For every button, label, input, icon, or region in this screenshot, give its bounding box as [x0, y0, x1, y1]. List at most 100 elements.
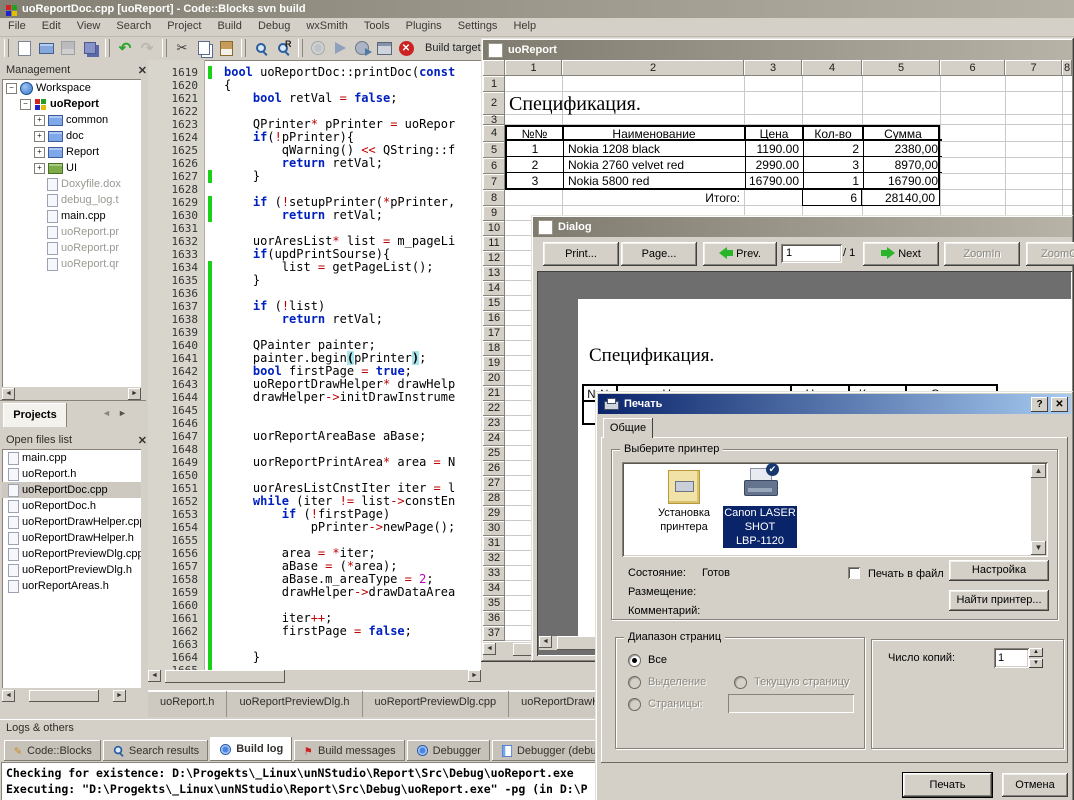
code-line[interactable]: drawHelper->drawDataArea	[224, 586, 455, 599]
print-button[interactable]: Print...	[543, 242, 619, 266]
scroll-up-icon[interactable]: ▲	[1031, 464, 1046, 478]
add-printer-icon[interactable]	[668, 470, 700, 504]
print-confirm-button[interactable]: Печать	[903, 773, 992, 797]
row-header-8[interactable]: 8	[483, 190, 505, 206]
open-file-item-uoreportpreviewdlg-cpp[interactable]: uoReportPreviewDlg.cpp	[2, 546, 141, 562]
tree-item-doc[interactable]: +doc	[2, 128, 141, 144]
row-header-17[interactable]: 17	[483, 326, 505, 341]
code-line[interactable]: firstPage = false;	[224, 625, 412, 638]
range-pages-radio[interactable]	[628, 698, 641, 711]
menu-help[interactable]: Help	[505, 18, 544, 34]
spin-up-icon[interactable]: ▲	[1029, 648, 1043, 657]
open-file-item-uoreport-h[interactable]: uoReport.h	[2, 466, 141, 482]
row-header-26[interactable]: 26	[483, 461, 505, 476]
menu-edit[interactable]: Edit	[34, 18, 69, 34]
tree-item-report[interactable]: +Report	[2, 144, 141, 160]
tabs-scroll-left-icon[interactable]: ◄	[102, 408, 111, 418]
row-header-6[interactable]: 6	[483, 158, 505, 174]
column-header-7[interactable]: 7	[1005, 60, 1062, 76]
scroll-left-icon[interactable]: ◄	[2, 690, 15, 702]
code-line[interactable]: return retVal;	[224, 209, 383, 222]
tab-general[interactable]: Общие	[603, 418, 653, 438]
printer-settings-button[interactable]: Настройка	[949, 560, 1049, 581]
column-header-8[interactable]: 8	[1062, 60, 1072, 76]
row-header-19[interactable]: 19	[483, 356, 505, 371]
tree-item-uoreport-qr[interactable]: uoReport.qr	[2, 256, 141, 272]
help-icon[interactable]: ?	[1031, 397, 1048, 412]
build-and-run-icon[interactable]	[351, 38, 373, 58]
range-all-radio[interactable]	[628, 654, 641, 667]
range-current-radio[interactable]	[734, 676, 747, 689]
row-header-7[interactable]: 7	[483, 174, 505, 190]
printer-icon[interactable]: ✔	[740, 466, 780, 504]
row-header-10[interactable]: 10	[483, 221, 505, 236]
paste-icon[interactable]	[215, 38, 237, 58]
expand-icon[interactable]: +	[34, 115, 45, 126]
page-number-input[interactable]: 1	[781, 244, 842, 263]
replace-icon[interactable]: R	[272, 38, 294, 58]
column-header-4[interactable]: 4	[802, 60, 862, 76]
row-header-16[interactable]: 16	[483, 311, 505, 326]
new-file-icon[interactable]	[13, 38, 35, 58]
row-header-5[interactable]: 5	[483, 142, 505, 158]
code-line[interactable]: uorReportAreaBase aBase;	[224, 430, 426, 443]
redo-icon[interactable]	[136, 38, 158, 58]
row-header-20[interactable]: 20	[483, 371, 505, 386]
row-header-25[interactable]: 25	[483, 446, 505, 461]
column-header-2[interactable]: 2	[562, 60, 744, 76]
row-header-13[interactable]: 13	[483, 266, 505, 281]
tree-item-uoreport[interactable]: −uoReport	[2, 96, 141, 112]
column-header-1[interactable]: 1	[505, 60, 562, 76]
tree-item-uoreport-pr[interactable]: uoReport.pr	[2, 224, 141, 240]
row-header-35[interactable]: 35	[483, 596, 505, 611]
code-line[interactable]: }	[224, 274, 260, 287]
row-header-37[interactable]: 37	[483, 626, 505, 641]
printer-list-vscrollbar[interactable]: ▲ ▼	[1031, 464, 1046, 555]
row-header-12[interactable]: 12	[483, 251, 505, 266]
print-to-file-checkbox[interactable]	[848, 567, 860, 579]
expand-icon[interactable]: +	[34, 147, 45, 158]
close-icon[interactable]: ✕	[138, 434, 147, 447]
tabs-scroll-right-icon[interactable]: ►	[118, 408, 127, 418]
scroll-left-icon[interactable]: ◄	[539, 636, 552, 648]
menu-search[interactable]: Search	[108, 18, 159, 34]
logs-tab-search-results[interactable]: Search results	[103, 740, 208, 761]
row-header-14[interactable]: 14	[483, 281, 505, 296]
run-icon[interactable]	[329, 38, 351, 58]
row-header-23[interactable]: 23	[483, 416, 505, 431]
editor-hscrollbar[interactable]: ◄ ►	[148, 670, 481, 683]
tree-item-workspace[interactable]: −Workspace	[2, 80, 141, 96]
scroll-left-icon[interactable]: ◄	[2, 388, 15, 400]
row-header-1[interactable]: 1	[483, 76, 505, 92]
compile-icon[interactable]	[307, 38, 329, 58]
scroll-left-icon[interactable]: ◄	[148, 670, 161, 682]
scroll-thumb[interactable]	[165, 670, 285, 683]
menu-plugins[interactable]: Plugins	[398, 18, 450, 34]
menu-debug[interactable]: Debug	[250, 18, 298, 34]
find-icon[interactable]	[250, 38, 272, 58]
row-header-24[interactable]: 24	[483, 431, 505, 446]
code-line[interactable]: bool uoReportDoc::printDoc(const	[224, 66, 455, 79]
row-header-27[interactable]: 27	[483, 476, 505, 491]
close-icon[interactable]: ✕	[1051, 397, 1068, 412]
save-icon[interactable]	[57, 38, 79, 58]
editor-tab-uoreportpreviewdlg-cpp[interactable]: uoReportPreviewDlg.cpp	[363, 691, 510, 717]
code-line[interactable]: uorReportPrintArea* area = N	[224, 456, 455, 469]
tree-item-doxyfile-dox[interactable]: Doxyfile.dox	[2, 176, 141, 192]
code-line[interactable]: return retVal;	[224, 313, 383, 326]
row-header-15[interactable]: 15	[483, 296, 505, 311]
print-dialog-titlebar[interactable]: Печать ? ✕	[598, 394, 1071, 414]
row-header-36[interactable]: 36	[483, 611, 505, 626]
tree-hscrollbar[interactable]: ◄ ►	[2, 388, 141, 400]
open-file-item-uorreportareas-h[interactable]: uorReportAreas.h	[2, 578, 141, 594]
menu-project[interactable]: Project	[159, 18, 209, 34]
menu-build[interactable]: Build	[209, 18, 249, 34]
rebuild-icon[interactable]	[373, 38, 395, 58]
scroll-right-icon[interactable]: ►	[128, 388, 141, 400]
column-header-3[interactable]: 3	[744, 60, 802, 76]
scroll-down-icon[interactable]: ▼	[1031, 541, 1046, 555]
row-header-29[interactable]: 29	[483, 506, 505, 521]
scroll-right-icon[interactable]: ►	[113, 690, 126, 702]
code-line[interactable]: pPrinter->newPage();	[224, 521, 455, 534]
tree-item-common[interactable]: +common	[2, 112, 141, 128]
